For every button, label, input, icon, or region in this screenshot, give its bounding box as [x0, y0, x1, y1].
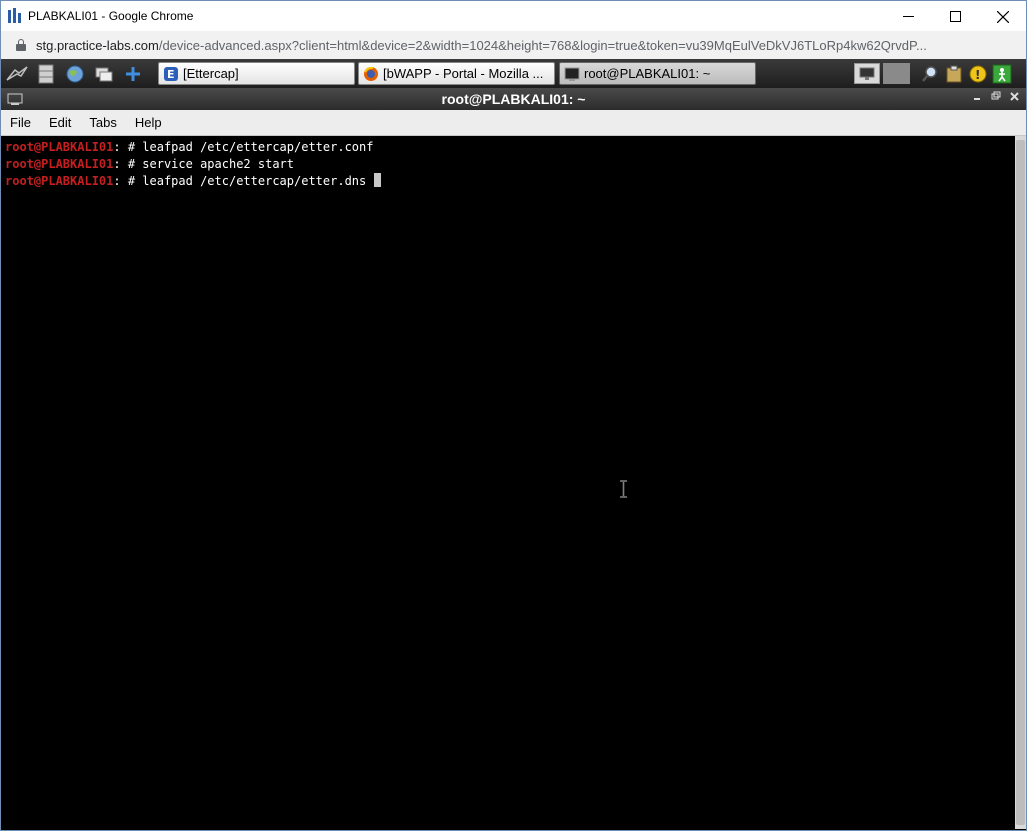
updates-tray-button[interactable]: ! [966, 63, 990, 84]
add-launcher-button[interactable] [119, 61, 146, 86]
monitor-icon [859, 67, 875, 80]
task-terminal[interactable]: root@PLABKALI01: ~ [559, 62, 756, 85]
address-bar[interactable]: stg.practice-labs.com/device-advanced.as… [0, 31, 1027, 59]
terminal-minimize-button[interactable] [973, 91, 981, 104]
windows-launcher[interactable] [90, 61, 117, 86]
chrome-title-bar: PLABKALI01 - Google Chrome [0, 0, 1027, 31]
logout-tray-button[interactable] [990, 63, 1014, 84]
plus-icon [125, 66, 140, 81]
terminal-icon [564, 67, 580, 81]
close-icon [1010, 92, 1019, 101]
terminal-output[interactable]: root@PLABKALI01: # leafpad /etc/ettercap… [1, 136, 1015, 829]
maximize-button[interactable] [932, 1, 979, 32]
cabinet-icon [38, 64, 53, 83]
maximize-icon [950, 11, 961, 22]
minimize-button[interactable] [885, 1, 932, 32]
kali-menu-button[interactable] [3, 61, 30, 86]
search-tray-button[interactable] [918, 63, 942, 84]
warning-icon: ! [969, 65, 987, 82]
workspace-1-button[interactable] [854, 63, 880, 84]
url-text[interactable]: stg.practice-labs.com/device-advanced.as… [36, 38, 1026, 53]
menu-tabs[interactable]: Tabs [80, 115, 125, 130]
kali-taskbar: E [Ettercap] [bWAPP - Portal - Mozilla .… [1, 59, 1026, 88]
chrome-window-title: PLABKALI01 - Google Chrome [28, 9, 194, 23]
magnifier-icon [922, 65, 937, 82]
terminal-scrollbar[interactable] [1015, 136, 1026, 829]
ettercap-icon: E [164, 66, 178, 81]
restore-icon [991, 91, 1001, 100]
menu-help[interactable]: Help [126, 115, 171, 130]
window-menu-icon[interactable] [7, 92, 23, 106]
browser-launcher[interactable] [61, 61, 88, 86]
minimize-icon [974, 98, 980, 100]
clipboard-tray-button[interactable] [942, 63, 966, 84]
terminal-menu-bar: File Edit Tabs Help [1, 110, 1026, 136]
menu-file[interactable]: File [1, 115, 40, 130]
menu-edit[interactable]: Edit [40, 115, 80, 130]
task-ettercap[interactable]: E [Ettercap] [158, 62, 355, 85]
exit-icon [992, 64, 1012, 83]
remote-desktop[interactable]: E [Ettercap] [bWAPP - Portal - Mozilla .… [0, 59, 1027, 831]
terminal-line: root@PLABKALI01: # service apache2 start [5, 157, 294, 171]
svg-text:E: E [167, 68, 175, 81]
ibeam-cursor-icon [620, 480, 627, 498]
workspace-2-button[interactable] [883, 63, 910, 84]
text-cursor [374, 173, 382, 187]
terminal-close-button[interactable] [1010, 91, 1020, 104]
svg-text:!: ! [975, 68, 980, 82]
close-icon [996, 10, 1009, 23]
terminal-line: root@PLABKALI01: # leafpad /etc/ettercap… [5, 140, 374, 154]
globe-icon [66, 65, 83, 82]
terminal-line: root@PLABKALI01: # leafpad /etc/ettercap… [5, 173, 1015, 190]
windows-stack-icon [95, 67, 112, 81]
system-tray: ! [854, 62, 1014, 85]
lock-icon[interactable] [16, 39, 26, 51]
scrollbar-thumb[interactable] [1016, 140, 1025, 825]
file-manager-launcher[interactable] [32, 61, 59, 86]
firefox-icon [364, 66, 378, 81]
terminal-window-title: root@PLABKALI01: ~ [441, 91, 586, 107]
close-button[interactable] [979, 1, 1026, 32]
terminal-title-bar[interactable]: root@PLABKALI01: ~ [1, 88, 1026, 110]
task-bwapp-firefox[interactable]: [bWAPP - Portal - Mozilla ... [358, 62, 555, 85]
terminal-maximize-button[interactable] [991, 91, 1001, 104]
minimize-icon [903, 16, 914, 17]
kali-dragon-icon [5, 65, 28, 81]
clipboard-icon [946, 65, 962, 82]
practice-labs-icon [8, 8, 22, 24]
